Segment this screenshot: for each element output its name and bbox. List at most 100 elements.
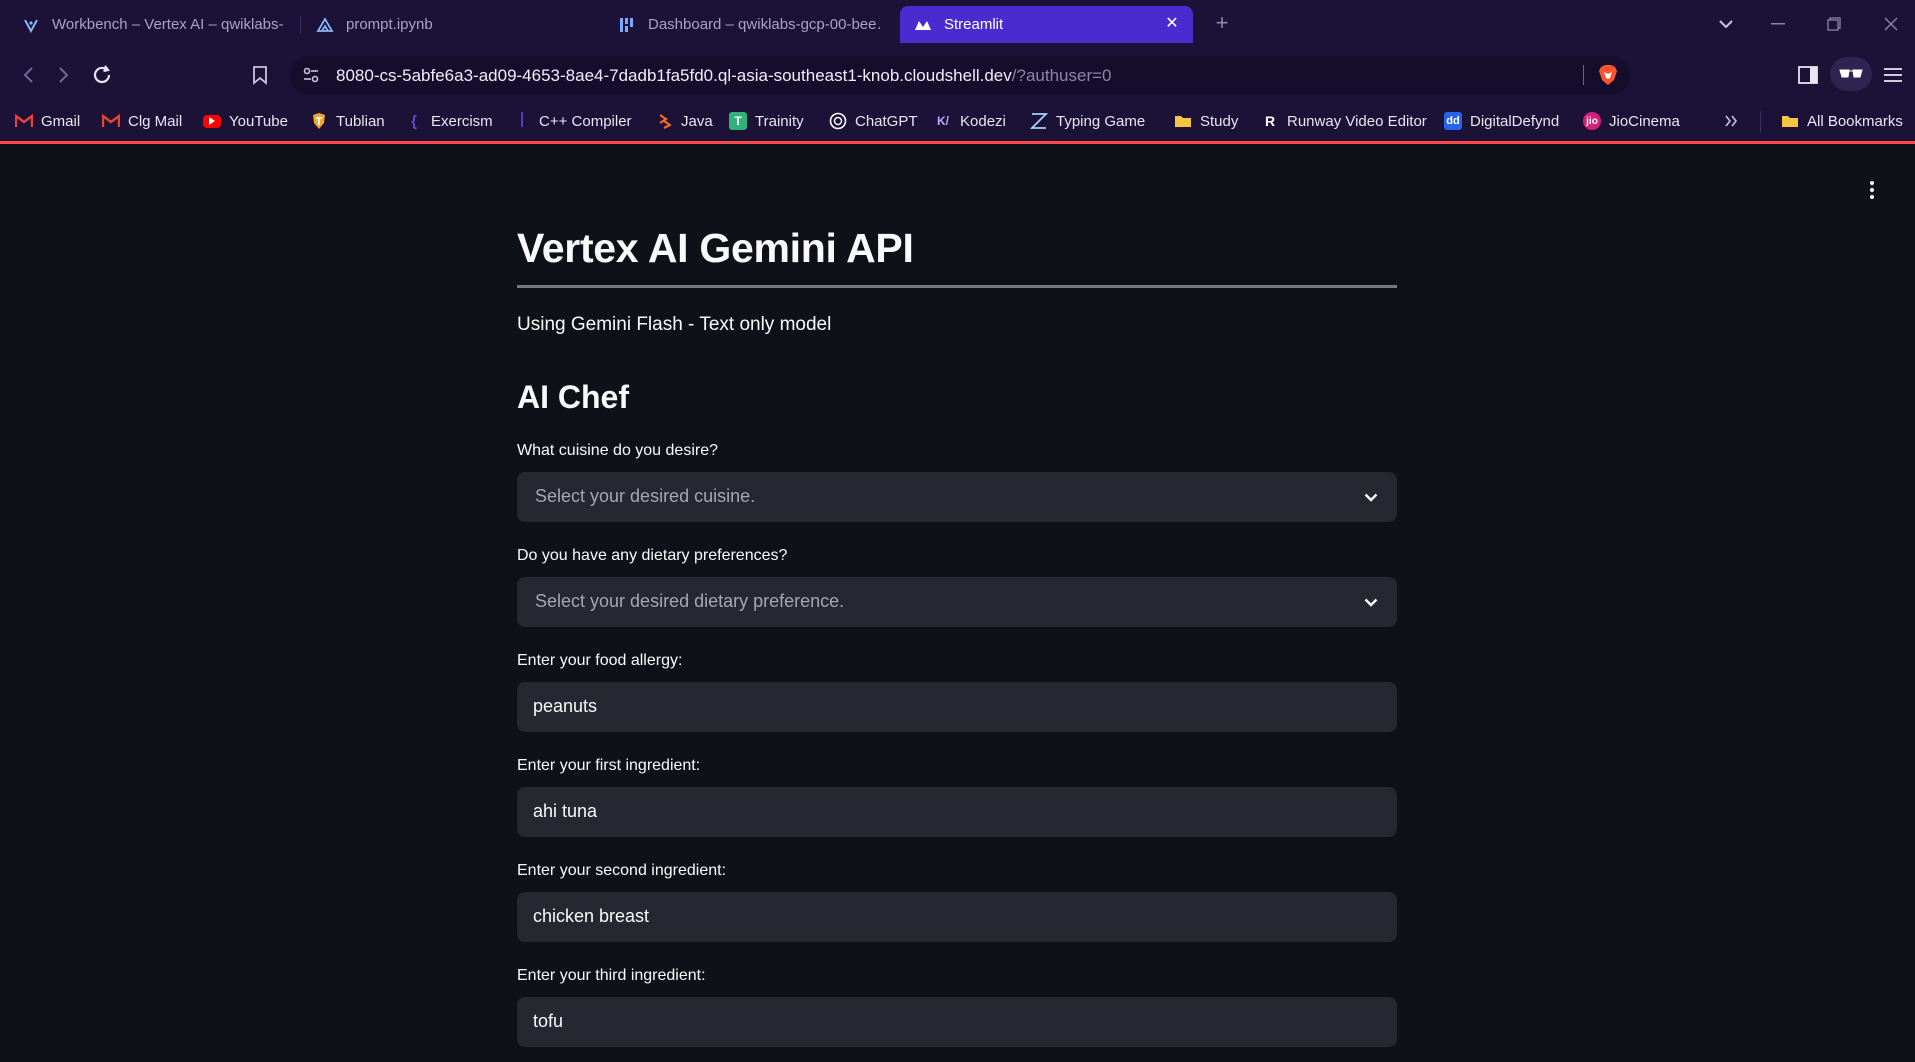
bookmark-label: DigitalDefynd bbox=[1470, 112, 1560, 130]
tublian-icon bbox=[310, 112, 328, 130]
chevron-down-icon bbox=[1361, 592, 1381, 612]
back-icon[interactable] bbox=[15, 62, 41, 88]
bookmark-study[interactable]: Study bbox=[1174, 110, 1238, 132]
dietary-label: Do you have any dietary preferences? bbox=[517, 547, 788, 564]
folder-icon bbox=[1781, 112, 1799, 130]
reload-icon[interactable] bbox=[89, 62, 115, 88]
jiocinema-icon: jio bbox=[1583, 112, 1601, 130]
brave-shields-icon[interactable] bbox=[1598, 64, 1618, 91]
bookmark-label: Clg Mail bbox=[128, 112, 183, 130]
sidebar-toggle-icon[interactable] bbox=[1795, 62, 1821, 88]
bookmark-label: Exercism bbox=[431, 112, 493, 130]
tab-workbench[interactable]: Workbench – Vertex AI – qwiklabs-g bbox=[8, 6, 298, 43]
bookmark-exercism[interactable]: { Exercism bbox=[405, 110, 493, 132]
tab-prompt-notebook[interactable]: prompt.ipynb bbox=[302, 6, 602, 43]
url-path: /?authuser=0 bbox=[1011, 66, 1112, 85]
browser-tab-bar: Workbench – Vertex AI – qwiklabs-g promp… bbox=[0, 0, 1915, 49]
tab-search-icon[interactable] bbox=[1714, 12, 1738, 36]
tab-dashboard[interactable]: Dashboard – qwiklabs-gcp-00-bee… bbox=[604, 6, 894, 43]
minimize-icon[interactable] bbox=[1766, 12, 1790, 36]
bookmark-icon[interactable] bbox=[247, 62, 273, 88]
bookmark-label: Study bbox=[1200, 112, 1239, 130]
ingredient1-label: Enter your first ingredient: bbox=[517, 757, 701, 774]
bookmark-label: JioCinema bbox=[1609, 112, 1680, 130]
browser-toolbar: 8080-cs-5abfe6a3-ad09-4653-8ae4-7dadb1fa… bbox=[0, 49, 1915, 101]
bookmark-chatgpt[interactable]: ChatGPT bbox=[829, 110, 918, 132]
forward-icon[interactable] bbox=[51, 62, 77, 88]
gmail-icon bbox=[102, 112, 120, 130]
allergy-value: peanuts bbox=[533, 696, 598, 716]
tab-divider bbox=[300, 16, 301, 34]
bookmark-label: ChatGPT bbox=[855, 112, 918, 130]
tab-streamlit[interactable]: Streamlit ✕ bbox=[900, 6, 1193, 43]
folder-icon bbox=[1174, 112, 1192, 130]
bookmark-gmail[interactable]: Gmail bbox=[15, 110, 80, 132]
vertex-ai-icon bbox=[22, 16, 40, 34]
trainity-icon: T bbox=[729, 112, 747, 130]
tab-label: Dashboard – qwiklabs-gcp-00-bee… bbox=[648, 16, 880, 33]
all-bookmarks-label: All Bookmarks bbox=[1807, 112, 1903, 130]
streamlit-icon bbox=[914, 16, 932, 34]
bookmark-cpp-compiler[interactable]: ᛁ C++ Compiler bbox=[513, 110, 632, 132]
ingredient1-value: ahi tuna bbox=[533, 801, 598, 821]
dietary-select[interactable]: Select your desired dietary preference. bbox=[517, 577, 1397, 627]
kodezi-icon: K/ bbox=[937, 114, 949, 128]
ingredient3-input[interactable]: tofu bbox=[517, 997, 1397, 1047]
bookmarks-divider bbox=[1760, 111, 1761, 133]
bookmark-clg-mail[interactable]: Clg Mail bbox=[102, 110, 182, 132]
bookmark-java[interactable]: Java bbox=[655, 110, 713, 132]
tab-label: Streamlit bbox=[944, 16, 1004, 33]
page-subtitle: Using Gemini Flash - Text only model bbox=[517, 314, 832, 335]
menu-icon[interactable] bbox=[1880, 62, 1906, 88]
bookmark-digitaldefynd[interactable]: dd DigitalDefynd bbox=[1444, 110, 1559, 132]
allergy-input[interactable]: peanuts bbox=[517, 682, 1397, 732]
bookmark-trainity[interactable]: T Trainity bbox=[729, 110, 804, 132]
close-tab-icon[interactable]: ✕ bbox=[1163, 15, 1181, 33]
bookmark-label: Typing Game bbox=[1056, 112, 1146, 130]
chatgpt-icon bbox=[829, 112, 847, 130]
bookmark-label: YouTube bbox=[229, 112, 288, 130]
all-bookmarks-button[interactable]: All Bookmarks bbox=[1781, 110, 1903, 132]
bookmark-label: Gmail bbox=[41, 112, 81, 130]
title-divider bbox=[517, 285, 1397, 288]
bookmark-label: Kodezi bbox=[960, 112, 1006, 130]
bookmark-kodezi[interactable]: K/ Kodezi bbox=[934, 110, 1006, 132]
dietary-placeholder: Select your desired dietary preference. bbox=[535, 591, 845, 611]
bookmark-label: Runway Video Editor bbox=[1287, 112, 1427, 130]
bookmark-youtube[interactable]: YouTube bbox=[203, 110, 288, 132]
new-tab-button[interactable]: + bbox=[1210, 12, 1234, 36]
double-chevron-icon[interactable] bbox=[1724, 110, 1738, 132]
typing-game-icon bbox=[1030, 112, 1048, 130]
url-text: 8080-cs-5abfe6a3-ad09-4653-8ae4-7dadb1fa… bbox=[336, 66, 1111, 86]
dashboard-icon bbox=[618, 16, 636, 34]
runway-icon: R bbox=[1264, 113, 1276, 129]
streamlit-menu-icon[interactable] bbox=[1862, 177, 1882, 203]
allergy-label: Enter your food allergy: bbox=[517, 652, 683, 669]
bookmark-tublian[interactable]: Tublian bbox=[310, 110, 385, 132]
bookmark-runway[interactable]: R Runway Video Editor bbox=[1261, 110, 1427, 132]
chevron-down-icon bbox=[1361, 487, 1381, 507]
gmail-icon bbox=[15, 112, 33, 130]
digitaldefynd-icon: dd bbox=[1444, 112, 1462, 130]
jupyter-icon bbox=[316, 16, 334, 34]
bookmarks-bar: Gmail Clg Mail YouTube Tublian { Exercis… bbox=[0, 101, 1915, 144]
bookmark-label: C++ Compiler bbox=[539, 112, 632, 130]
bookmark-jiocinema[interactable]: jio JioCinema bbox=[1583, 110, 1680, 132]
ingredient3-label: Enter your third ingredient: bbox=[517, 967, 706, 984]
url-host: 8080-cs-5abfe6a3-ad09-4653-8ae4-7dadb1fa… bbox=[336, 66, 1012, 85]
cuisine-select[interactable]: Select your desired cuisine. bbox=[517, 472, 1397, 522]
cuisine-label: What cuisine do you desire? bbox=[517, 442, 718, 459]
ingredient2-label: Enter your second ingredient: bbox=[517, 862, 727, 879]
ingredient1-input[interactable]: ahi tuna bbox=[517, 787, 1397, 837]
ingredient2-input[interactable]: chicken breast bbox=[517, 892, 1397, 942]
address-bar[interactable]: 8080-cs-5abfe6a3-ad09-4653-8ae4-7dadb1fa… bbox=[290, 56, 1630, 94]
bookmark-label: Tublian bbox=[336, 112, 385, 130]
compiler-icon: ᛁ bbox=[517, 112, 527, 129]
close-window-icon[interactable] bbox=[1879, 12, 1903, 36]
youtube-icon bbox=[203, 114, 221, 128]
restore-icon[interactable] bbox=[1822, 12, 1846, 36]
site-settings-icon[interactable] bbox=[302, 66, 320, 89]
leo-ai-icon[interactable] bbox=[1830, 57, 1872, 91]
bookmark-label: Java bbox=[681, 112, 713, 130]
bookmark-typing-game[interactable]: Typing Game bbox=[1030, 110, 1145, 132]
